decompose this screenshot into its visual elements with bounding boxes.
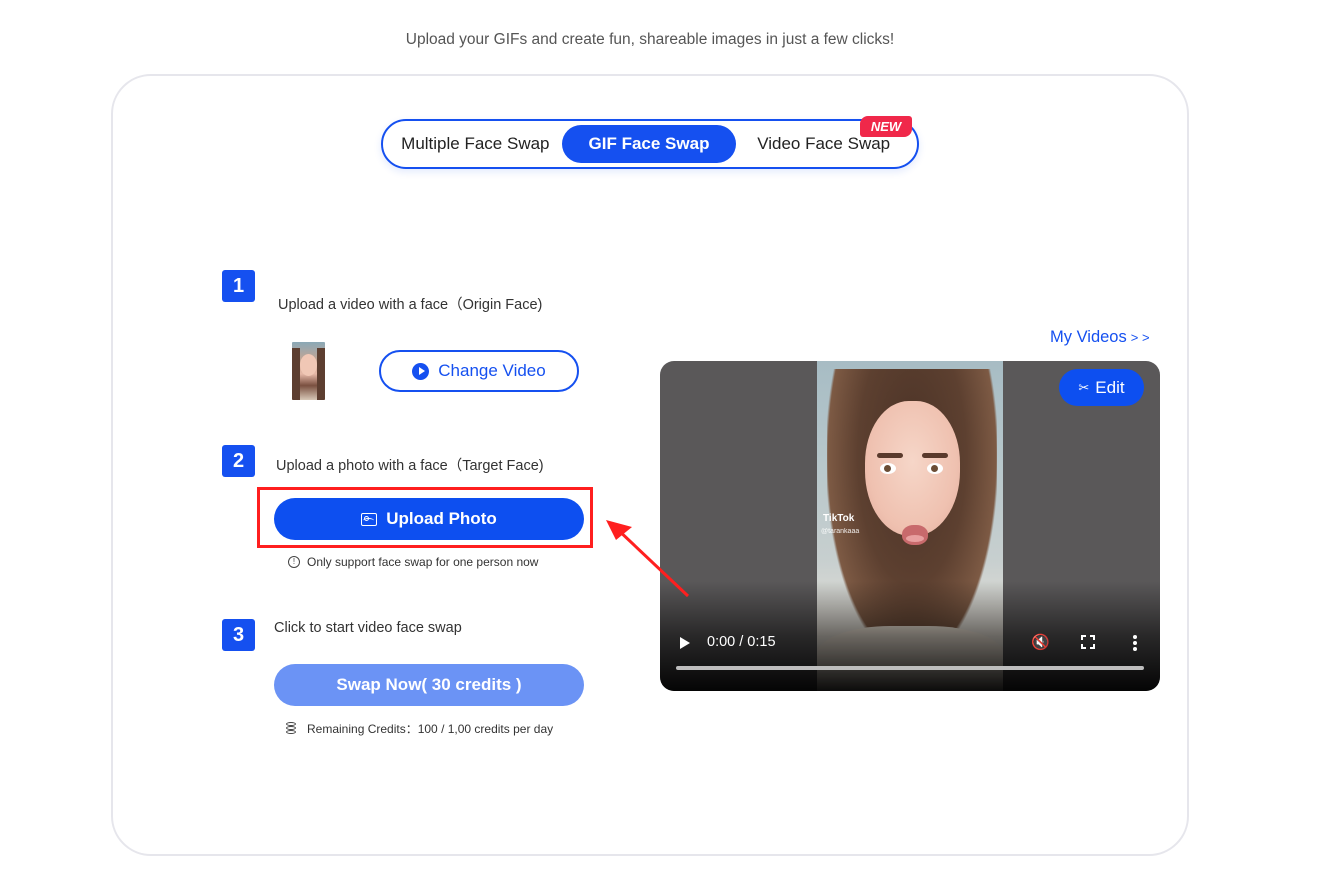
video-time: 0:00 / 0:15 bbox=[707, 634, 776, 650]
step-3-number: 3 bbox=[222, 619, 255, 651]
step-2-number: 2 bbox=[222, 445, 255, 477]
tiktok-handle: @tarankaaa bbox=[821, 528, 860, 535]
origin-video-thumbnail bbox=[292, 342, 325, 400]
image-icon bbox=[361, 512, 378, 526]
note-text: Only support face swap for one person no… bbox=[307, 555, 539, 569]
upload-photo-button[interactable]: Upload Photo bbox=[274, 498, 584, 540]
swap-now-button[interactable]: Swap Now( 30 credits ) bbox=[274, 664, 584, 706]
credits-text: Remaining Credits：100 / 1,00 credits per… bbox=[307, 722, 554, 736]
tiktok-watermark: TikTok bbox=[823, 513, 855, 524]
step-1-number: 1 bbox=[222, 270, 255, 302]
scissors-icon: ✂ bbox=[1078, 379, 1090, 395]
info-icon: ! bbox=[288, 556, 300, 568]
edit-label: Edit bbox=[1095, 377, 1125, 397]
remaining-credits: Remaining Credits：100 / 1,00 credits per… bbox=[286, 720, 553, 737]
page-subtitle: Upload your GIFs and create fun, shareab… bbox=[405, 31, 895, 48]
my-videos-link[interactable]: My Videos > > bbox=[1050, 328, 1150, 347]
more-options-icon[interactable] bbox=[1133, 635, 1137, 651]
play-circle-icon bbox=[412, 362, 430, 380]
change-video-label: Change Video bbox=[438, 361, 546, 380]
mode-tabs: Multiple Face Swap GIF Face Swap Video F… bbox=[381, 119, 919, 169]
video-progress-bar[interactable] bbox=[676, 666, 1144, 670]
step-1-text: Upload a video with a face（Origin Face) bbox=[278, 297, 543, 313]
video-controls: 0:00 / 0:15 🔇 bbox=[660, 628, 1160, 658]
fullscreen-icon[interactable] bbox=[1081, 635, 1095, 649]
tab-multiple-face-swap[interactable]: Multiple Face Swap bbox=[389, 125, 562, 163]
double-chevron-icon: > > bbox=[1130, 330, 1150, 345]
step-2-text: Upload a photo with a face（Target Face) bbox=[276, 458, 544, 474]
one-person-note: ! Only support face swap for one person … bbox=[288, 555, 538, 569]
tab-gif-face-swap[interactable]: GIF Face Swap bbox=[561, 125, 737, 163]
play-icon[interactable] bbox=[680, 637, 690, 649]
new-badge: NEW bbox=[856, 116, 912, 137]
step-3-text: Click to start video face swap bbox=[274, 620, 462, 636]
upload-photo-label: Upload Photo bbox=[386, 509, 497, 528]
edit-video-button[interactable]: ✂ Edit bbox=[1059, 369, 1144, 406]
muted-speaker-icon[interactable]: 🔇 bbox=[1031, 633, 1050, 651]
change-video-button[interactable]: Change Video bbox=[379, 350, 579, 392]
my-videos-label: My Videos bbox=[1050, 328, 1127, 346]
coins-icon bbox=[286, 722, 300, 735]
